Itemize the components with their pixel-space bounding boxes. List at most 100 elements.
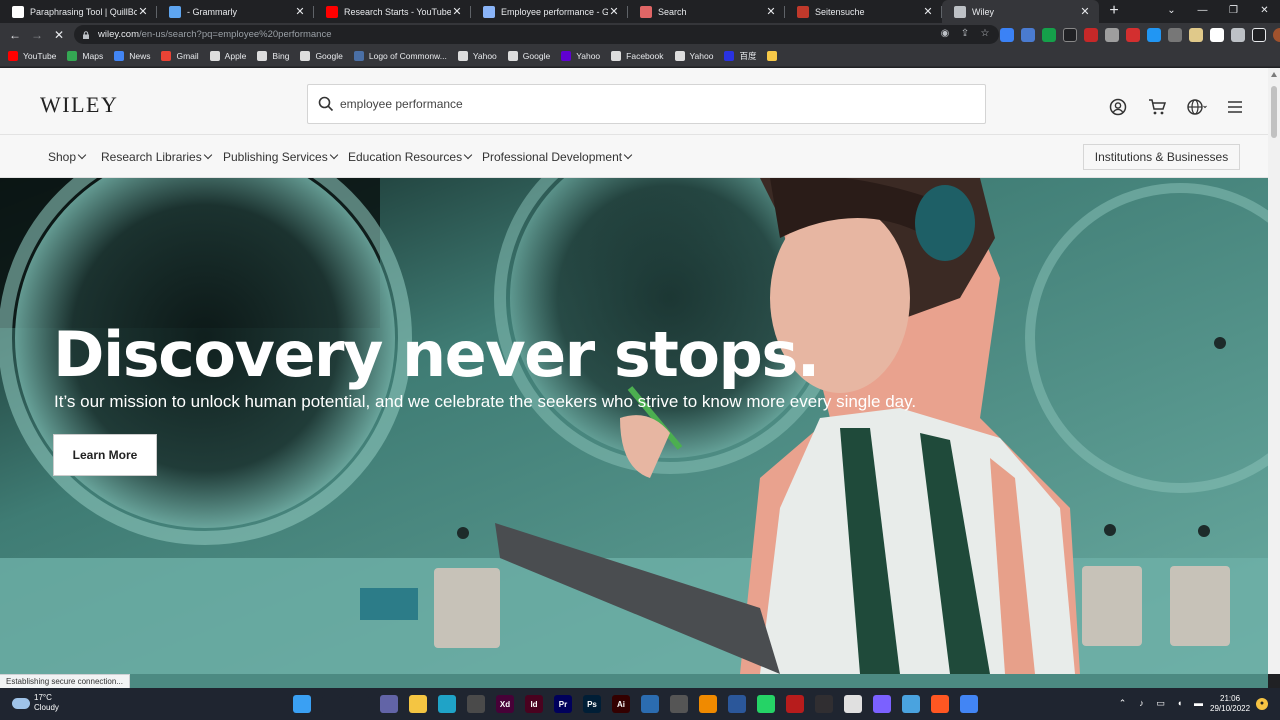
- browser-tab[interactable]: Seitensuche ✕: [785, 0, 942, 23]
- close-window-icon[interactable]: ✕: [1249, 0, 1280, 23]
- adobe-indesign-icon[interactable]: Id: [525, 695, 543, 713]
- browser-tab[interactable]: Paraphrasing Tool | QuillBot AI✕: [0, 0, 157, 23]
- side-panel-icon[interactable]: [1252, 28, 1266, 42]
- minimize-icon[interactable]: —: [1187, 0, 1218, 23]
- volume-icon[interactable]: ◖: [1174, 698, 1185, 709]
- bookmark-item[interactable]: Yahoo: [457, 51, 497, 61]
- app-orange-icon[interactable]: [931, 695, 949, 713]
- adobe-photoshop-icon[interactable]: Ps: [583, 695, 601, 713]
- browser-tab[interactable]: Wiley ✕: [942, 0, 1099, 23]
- share-icon[interactable]: ⇪: [959, 28, 971, 40]
- nav-professional-development[interactable]: Professional Development: [482, 150, 633, 164]
- bookmark-item[interactable]: Apple: [209, 51, 246, 61]
- stop-loading-icon[interactable]: ✕: [48, 28, 70, 42]
- photos-icon[interactable]: [641, 695, 659, 713]
- bookmark-item[interactable]: 百度: [724, 50, 756, 62]
- bookmark-item[interactable]: Google: [300, 51, 343, 61]
- tab-close-icon[interactable]: ✕: [765, 5, 777, 18]
- nav-publishing-services[interactable]: Publishing Services: [223, 150, 338, 164]
- bookmark-item[interactable]: Bing: [257, 51, 289, 61]
- adblock-extension-icon[interactable]: [1084, 28, 1098, 42]
- account-icon[interactable]: [1108, 97, 1128, 117]
- tab-search-icon[interactable]: ⌄: [1156, 0, 1187, 23]
- search-icon[interactable]: [318, 96, 334, 112]
- word-icon[interactable]: [728, 695, 746, 713]
- translate-extension-icon[interactable]: [1021, 28, 1035, 42]
- lock-extension-icon[interactable]: [1063, 28, 1077, 42]
- search-input[interactable]: [340, 97, 940, 111]
- game-icon[interactable]: [873, 695, 891, 713]
- app-icon[interactable]: [670, 695, 688, 713]
- tab-close-icon[interactable]: ✕: [922, 5, 934, 18]
- bookmark-item[interactable]: Google: [507, 51, 550, 61]
- weather-widget[interactable]: 17°C Cloudy: [12, 693, 59, 713]
- extension-icon[interactable]: [1189, 28, 1203, 42]
- edge-icon[interactable]: [438, 695, 456, 713]
- new-tab-button[interactable]: +: [1099, 0, 1129, 23]
- tab-close-icon[interactable]: ✕: [137, 5, 149, 18]
- bookmark-item[interactable]: Gmail: [161, 51, 199, 61]
- windows-start-icon[interactable]: [293, 695, 311, 713]
- page-scrollbar[interactable]: [1268, 68, 1280, 674]
- tab-close-icon[interactable]: ✕: [451, 5, 463, 18]
- adobe-xd-icon[interactable]: Xd: [496, 695, 514, 713]
- extension-icon[interactable]: [1210, 28, 1224, 42]
- back-icon[interactable]: ←: [4, 28, 26, 42]
- browser-tab[interactable]: - Grammarly ✕: [157, 0, 314, 23]
- nav-research-libraries[interactable]: Research Libraries: [101, 150, 212, 164]
- extension-icon[interactable]: [1168, 28, 1182, 42]
- adobe-illustrator-icon[interactable]: Ai: [612, 695, 630, 713]
- cart-icon[interactable]: [1147, 97, 1167, 117]
- bookmark-item[interactable]: YouTube: [8, 51, 56, 61]
- scrollbar-thumb[interactable]: [1271, 86, 1277, 138]
- extension-icon[interactable]: [1000, 28, 1014, 42]
- whatsapp-icon[interactable]: [757, 695, 775, 713]
- notification-icon[interactable]: ●: [1256, 698, 1268, 710]
- address-bar[interactable]: wiley.com/en-us/search?pq=employee%20per…: [74, 25, 999, 44]
- wiley-logo[interactable]: WILEY: [40, 92, 118, 118]
- hamburger-menu-icon[interactable]: [1225, 97, 1245, 117]
- restore-icon[interactable]: ❐: [1218, 0, 1249, 23]
- teams-icon[interactable]: [380, 695, 398, 713]
- google-lens-icon[interactable]: ◉: [939, 28, 951, 40]
- tab-close-icon[interactable]: ✕: [294, 5, 306, 18]
- app-blue-icon[interactable]: [902, 695, 920, 713]
- grammarly-extension-icon[interactable]: [1042, 28, 1056, 42]
- chrome-icon[interactable]: [960, 695, 978, 713]
- nav-education-resources[interactable]: Education Resources: [348, 150, 473, 164]
- tab-close-icon[interactable]: ✕: [1079, 5, 1091, 18]
- institutions-businesses-button[interactable]: Institutions & Businesses: [1083, 144, 1240, 170]
- app-red-icon[interactable]: [786, 695, 804, 713]
- bookmark-item[interactable]: [767, 51, 782, 61]
- adobe-premiere-icon[interactable]: Pr: [554, 695, 572, 713]
- site-search-box[interactable]: [307, 84, 986, 124]
- scroll-up-icon[interactable]: [1271, 72, 1277, 77]
- bookmark-item[interactable]: Yahoo: [561, 51, 600, 61]
- extension-icon[interactable]: [1147, 28, 1161, 42]
- pdf-extension-icon[interactable]: [1126, 28, 1140, 42]
- bookmark-item[interactable]: News: [114, 51, 150, 61]
- profile-avatar[interactable]: [1273, 28, 1280, 42]
- extension-icon[interactable]: [1105, 28, 1119, 42]
- forward-icon[interactable]: →: [26, 28, 48, 42]
- tab-close-icon[interactable]: ✕: [608, 5, 620, 18]
- browser-tab[interactable]: Search ✕: [628, 0, 785, 23]
- learn-more-button[interactable]: Learn More: [53, 434, 157, 476]
- bookmark-item[interactable]: Yahoo: [674, 51, 713, 61]
- browser-tab[interactable]: Research Starts - YouTube ✕: [314, 0, 471, 23]
- vlc-icon[interactable]: [699, 695, 717, 713]
- bookmark-star-icon[interactable]: ☆: [979, 28, 991, 40]
- app-white-icon[interactable]: [844, 695, 862, 713]
- bookmark-item[interactable]: Maps: [67, 51, 103, 61]
- language-globe-icon[interactable]: [1186, 97, 1207, 117]
- task-view-icon[interactable]: [351, 695, 369, 713]
- file-explorer-icon[interactable]: [409, 695, 427, 713]
- search-icon[interactable]: [322, 695, 340, 713]
- browser-tab[interactable]: Employee performance - Googl✕: [471, 0, 628, 23]
- puzzle-extensions-icon[interactable]: [1231, 28, 1245, 42]
- bookmark-item[interactable]: Facebook: [611, 51, 664, 61]
- microphone-icon[interactable]: ♪: [1136, 698, 1147, 709]
- nav-shop[interactable]: Shop: [48, 150, 87, 164]
- clock[interactable]: 21:06 29/10/2022: [1210, 694, 1250, 714]
- bookmark-item[interactable]: Logo of Commonw...: [353, 51, 447, 61]
